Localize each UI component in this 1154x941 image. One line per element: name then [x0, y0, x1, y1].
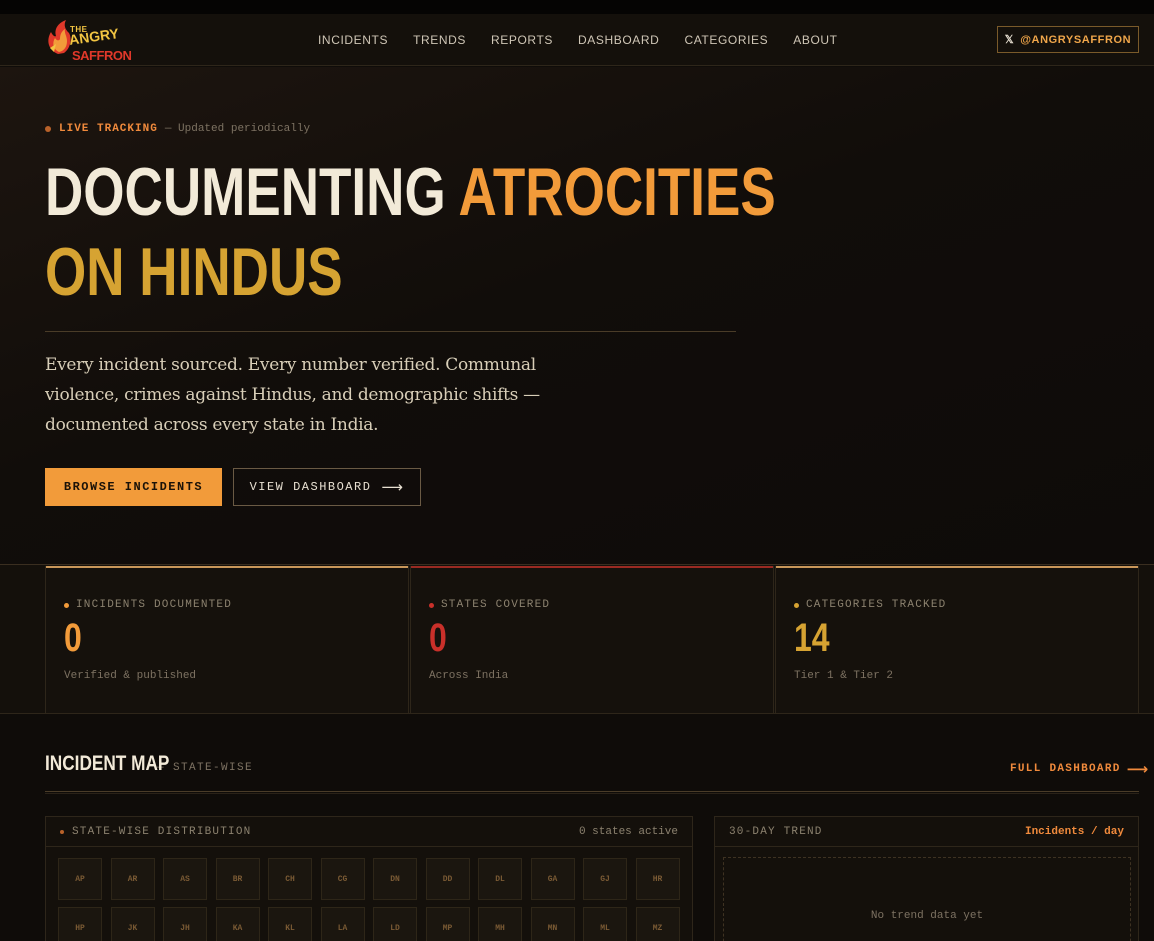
incident-map-title: INCIDENT MAP — [45, 752, 170, 775]
full-dashboard-link[interactable]: FULL DASHBOARD ⟶ — [1010, 760, 1149, 778]
state-cell-mh[interactable]: MH — [478, 907, 522, 941]
stat-label: CATEGORIES TRACKED — [794, 599, 946, 611]
hero-title-on-hindus: ON HINDUS — [45, 234, 343, 310]
state-cell-ka[interactable]: KA — [215, 907, 260, 941]
browse-incidents-button[interactable]: BROWSE INCIDENTS — [45, 468, 222, 506]
full-dashboard-label: FULL DASHBOARD — [1010, 763, 1121, 775]
nav-reports[interactable]: REPORTS — [491, 33, 553, 47]
state-cell-hp[interactable]: HP — [58, 907, 102, 941]
update-note: — Updated periodically — [164, 123, 311, 135]
x-icon: 𝕏 — [1004, 34, 1015, 46]
panel-title: STATE-WISE DISTRIBUTION — [60, 826, 251, 838]
logo-text-saffron: SAFFRON — [72, 48, 132, 63]
nav-incidents[interactable]: INCIDENTS — [318, 33, 388, 47]
panel-title: 30-DAY TREND — [729, 826, 823, 838]
state-cell-gj[interactable]: GJ — [583, 858, 627, 900]
states-active-count: 0 states active — [578, 826, 678, 838]
live-dot-icon — [45, 126, 51, 132]
stat-sub: Verified & published — [64, 670, 197, 682]
incident-map-heading: INCIDENT MAP — STATE-WISE — [45, 752, 253, 776]
browser-top-strip — [0, 0, 1154, 14]
stat-value: 14 — [794, 616, 830, 660]
stat-accent-bar — [46, 566, 408, 568]
twitter-handle: @ANGRYSAFFRON — [1020, 33, 1132, 46]
nav-about[interactable]: ABOUT — [793, 33, 837, 47]
state-cell-jh[interactable]: JH — [163, 907, 207, 941]
hero-title-line-2: ON HINDUS — [45, 237, 343, 307]
stat-card-states: STATES COVERED 0 Across India — [410, 566, 774, 713]
stat-value: 0 — [429, 616, 447, 660]
panel-dot-icon — [60, 830, 64, 834]
nav-dashboard[interactable]: DASHBOARD — [578, 33, 659, 47]
trend-panel: 30-DAY TREND Incidents / day No trend da… — [714, 816, 1139, 941]
hero-lead-text: Every incident sourced. Every number ver… — [45, 355, 540, 435]
stat-dot-icon — [794, 602, 799, 608]
hero-title-word-documenting: DOCUMENTING — [45, 154, 446, 230]
stat-label-text: INCIDENTS DOCUMENTED — [76, 599, 233, 611]
view-dashboard-button[interactable]: VIEW DASHBOARD ⟶ — [233, 468, 421, 506]
main-nav: INCIDENTS TRENDS REPORTS DASHBOARD CATEG… — [318, 14, 863, 66]
twitter-profile-button[interactable]: 𝕏 @ANGRYSAFFRON — [997, 26, 1139, 53]
hero-title-line-1: DOCUMENTING ATROCITIES — [45, 157, 776, 227]
state-cell-kl[interactable]: KL — [268, 907, 312, 941]
site-logo[interactable]: THE ANGRY SAFFRON — [44, 16, 132, 64]
stat-label-text: STATES COVERED — [441, 599, 551, 611]
state-cell-jk[interactable]: JK — [110, 907, 155, 941]
state-cell-dl[interactable]: DL — [478, 858, 522, 900]
live-tracking-badge: LIVE TRACKING — Updated periodically — [45, 123, 310, 135]
state-cell-la[interactable]: LA — [320, 907, 365, 941]
state-cell-ar[interactable]: AR — [110, 858, 155, 900]
trend-empty-state: No trend data yet — [723, 857, 1131, 941]
state-cell-as[interactable]: AS — [163, 858, 207, 900]
state-cell-dd[interactable]: DD — [425, 858, 470, 900]
stat-label-text: CATEGORIES TRACKED — [806, 599, 947, 611]
state-cell-br[interactable]: BR — [215, 858, 260, 900]
state-grid: AP AR AS BR CH CG DN DD DL GA GJ HR HP JK JH KA KL LA LD MP… — [58, 858, 680, 941]
stat-label: INCIDENTS DOCUMENTED — [64, 599, 232, 611]
map-divider — [45, 791, 1139, 794]
state-cell-mp[interactable]: MP — [425, 907, 470, 941]
state-cell-ch[interactable]: CH — [268, 858, 312, 900]
nav-trends[interactable]: TRENDS — [413, 33, 466, 47]
stat-card-categories: CATEGORIES TRACKED 14 Tier 1 & Tier 2 — [775, 566, 1139, 713]
stat-card-incidents: INCIDENTS DOCUMENTED 0 Verified & publis… — [45, 566, 409, 713]
panel-title-text: STATE-WISE DISTRIBUTION — [72, 826, 252, 838]
stat-sub: Across India — [429, 670, 509, 682]
stat-label: STATES COVERED — [429, 599, 550, 611]
panel-title-text: 30-DAY TREND — [729, 826, 823, 838]
stat-accent-bar — [776, 566, 1138, 568]
state-cell-ml[interactable]: ML — [583, 907, 627, 941]
state-cell-ld[interactable]: LD — [373, 907, 417, 941]
nav-categories[interactable]: CATEGORIES — [684, 33, 768, 47]
arrow-right-icon: ⟶ — [1126, 760, 1150, 778]
stat-value: 0 — [64, 616, 82, 660]
trend-empty-text: No trend data yet — [870, 910, 984, 922]
trend-unit-label: Incidents / day — [1024, 826, 1124, 838]
state-cell-ga[interactable]: GA — [530, 858, 575, 900]
arrow-right-icon: ⟶ — [381, 478, 405, 496]
state-cell-dn[interactable]: DN — [373, 858, 417, 900]
incident-map-subtitle: — STATE-WISE — [157, 762, 254, 774]
stat-dot-icon — [429, 602, 434, 608]
live-tracking-label: LIVE TRACKING — [59, 123, 158, 135]
hero-divider — [45, 331, 736, 332]
view-dashboard-label: VIEW DASHBOARD — [249, 480, 372, 494]
stat-accent-bar — [411, 566, 773, 568]
state-cell-ap[interactable]: AP — [58, 858, 102, 900]
state-cell-mn[interactable]: MN — [530, 907, 575, 941]
stat-dot-icon — [64, 602, 69, 608]
hero-title-word-atrocities: ATROCITIES — [458, 154, 776, 230]
stat-sub: Tier 1 & Tier 2 — [794, 670, 894, 682]
state-cell-mz[interactable]: MZ — [635, 907, 680, 941]
state-distribution-panel: STATE-WISE DISTRIBUTION 0 states active … — [45, 816, 693, 941]
state-cell-hr[interactable]: HR — [635, 858, 680, 900]
site-header: THE ANGRY SAFFRON INCIDENTS TRENDS REPOR… — [0, 14, 1154, 66]
state-cell-cg[interactable]: CG — [320, 858, 365, 900]
